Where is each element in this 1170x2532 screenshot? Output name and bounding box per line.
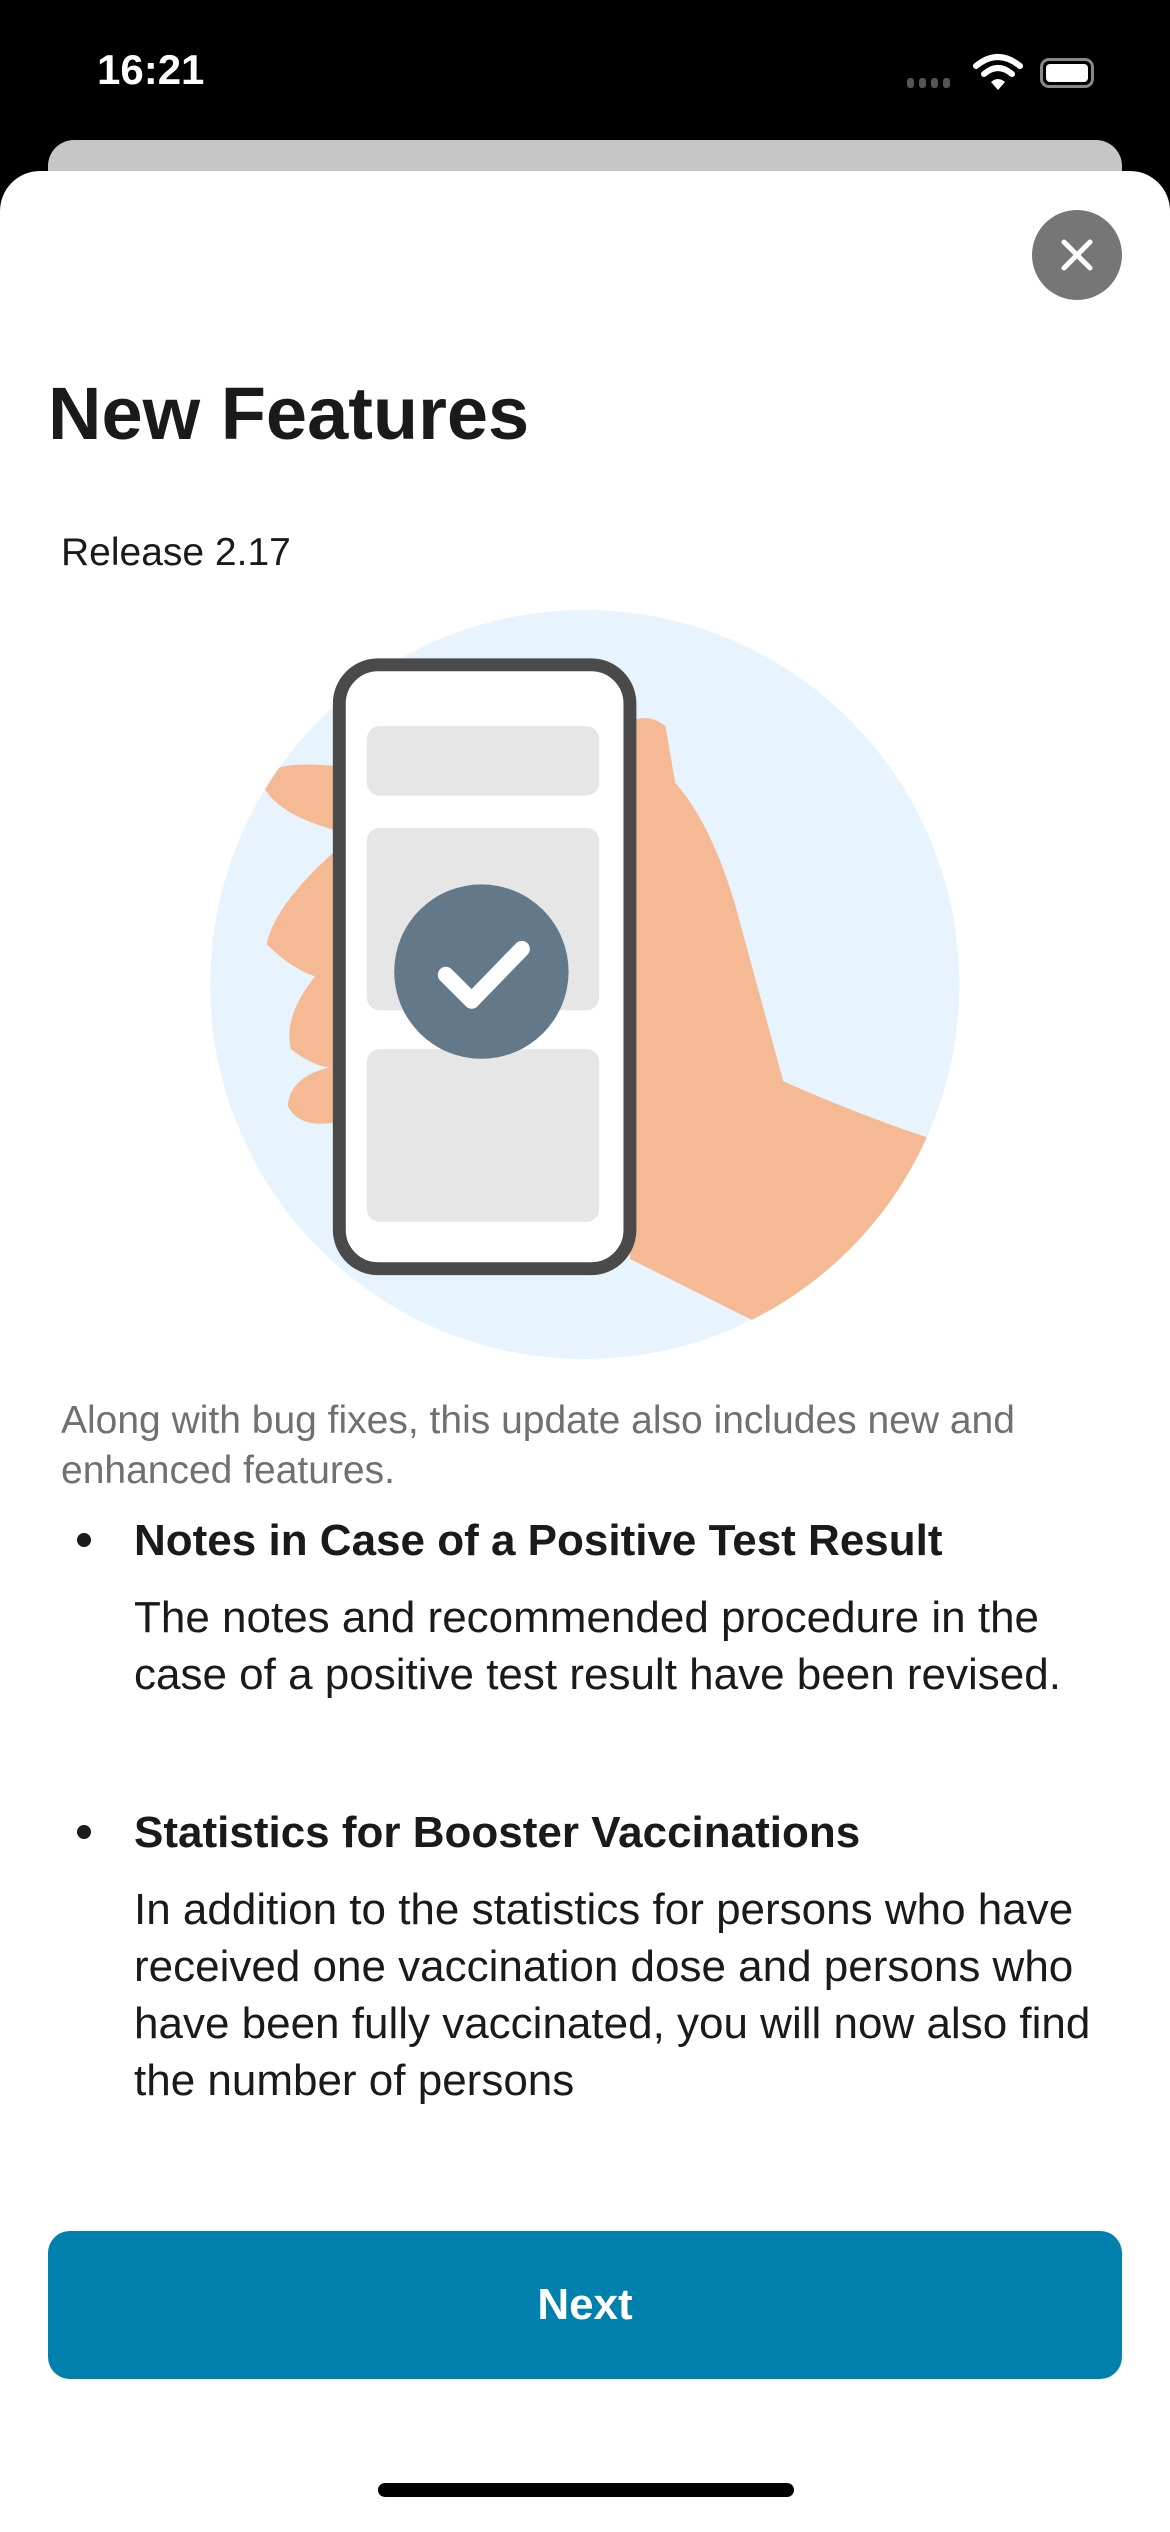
bullet-icon — [77, 1533, 91, 1547]
wifi-icon — [973, 54, 1023, 90]
bullet-icon — [77, 1825, 91, 1839]
features-list[interactable]: Notes in Case of a Positive Test Result … — [0, 1511, 1170, 2181]
home-indicator[interactable] — [378, 2483, 794, 2497]
phone-in-hand-illustration — [210, 609, 960, 1360]
next-button[interactable]: Next — [48, 2231, 1122, 2379]
feature-heading: Statistics for Booster Vaccinations — [134, 1808, 861, 1857]
update-description: Along with bug fixes, this update also i… — [61, 1399, 1015, 1492]
feature-body: In addition to the statistics for person… — [134, 1885, 1091, 2105]
list-item: Statistics for Booster Vaccinations In a… — [77, 1803, 1094, 2109]
feature-heading: Notes in Case of a Positive Test Result — [134, 1516, 943, 1565]
cellular-signal-icon — [907, 78, 950, 88]
page-title: New Features — [48, 372, 530, 455]
status-time: 16:21 — [97, 46, 205, 93]
close-icon — [1061, 239, 1093, 271]
close-button[interactable] — [1032, 210, 1122, 300]
list-item: Notes in Case of a Positive Test Result … — [77, 1511, 1094, 1703]
new-features-sheet: New Features Release 2.17 Along with bug… — [0, 171, 1170, 2532]
release-version: Release 2.17 — [61, 531, 291, 574]
battery-icon — [1040, 58, 1094, 88]
feature-body: The notes and recommended procedure in t… — [134, 1593, 1061, 1699]
